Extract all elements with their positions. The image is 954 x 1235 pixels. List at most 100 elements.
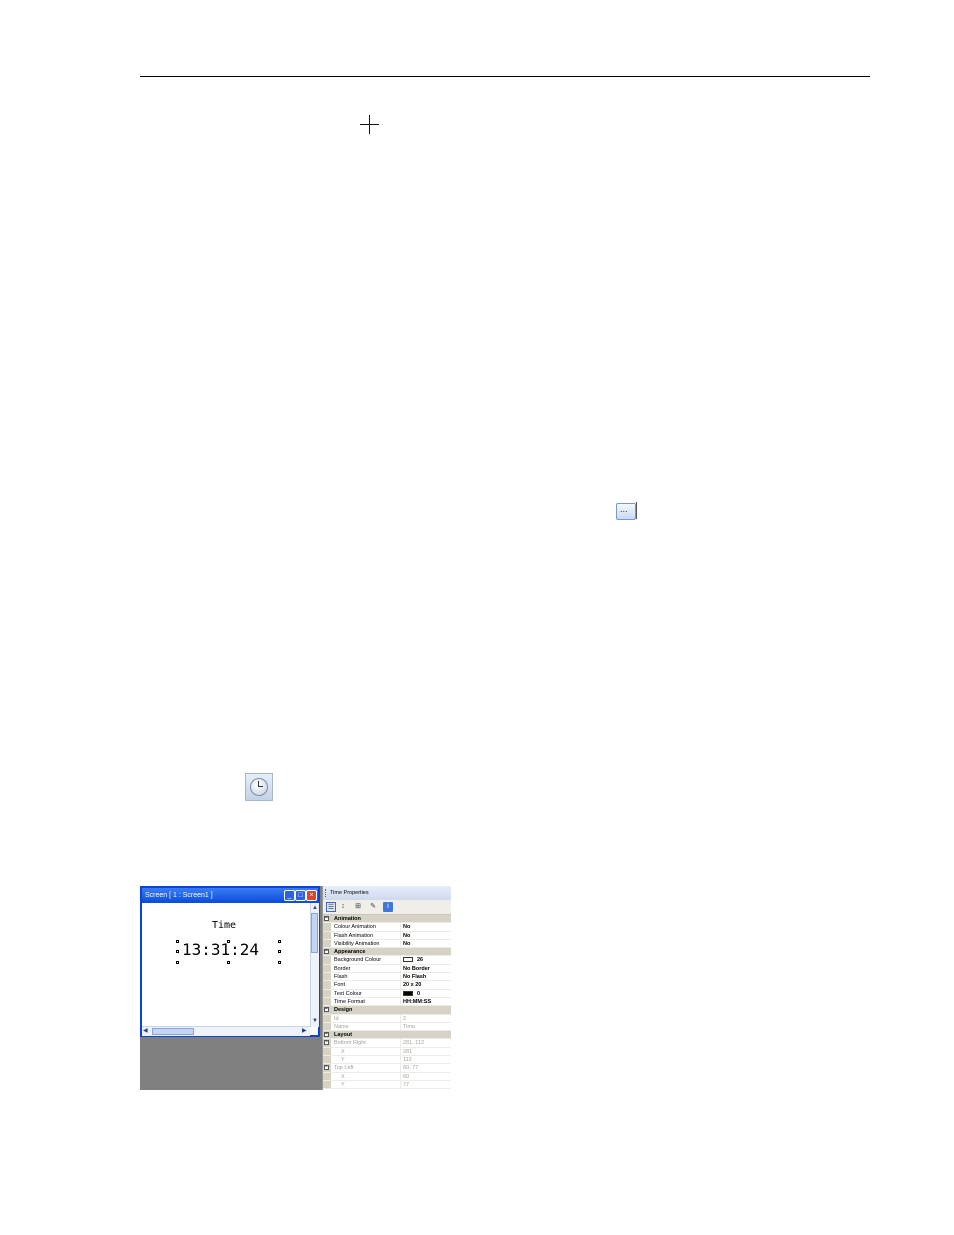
expand-all-icon[interactable]: ⊞ — [353, 902, 363, 912]
property-value[interactable]: 281, 112 — [403, 1039, 424, 1047]
minimize-button[interactable]: _ — [284, 890, 295, 901]
property-value[interactable]: No — [403, 940, 410, 948]
property-row[interactable]: Y 77 — [323, 1080, 451, 1090]
property-value[interactable]: No — [403, 932, 410, 940]
property-value[interactable]: HH:MM:SS — [403, 998, 431, 1006]
horizontal-scrollbar[interactable]: ◀ ▶ — [142, 1026, 310, 1036]
property-value-text: 60 — [403, 1073, 410, 1080]
property-name: X — [341, 1048, 345, 1055]
property-value-text: 26 — [417, 957, 424, 964]
selection-handle[interactable] — [176, 940, 179, 943]
property-separator — [400, 923, 401, 931]
canvas-time-label[interactable]: Time — [212, 920, 236, 931]
property-value[interactable]: No Border — [403, 965, 430, 973]
horizontal-scroll-thumb[interactable] — [152, 1028, 194, 1035]
property-value[interactable]: 281 — [403, 1048, 412, 1056]
vertical-scroll-thumb[interactable] — [311, 913, 318, 953]
scroll-down-icon[interactable]: ▼ — [312, 1017, 318, 1025]
help-icon[interactable]: i — [383, 902, 393, 912]
collapse-icon[interactable]: − — [324, 1040, 329, 1046]
property-gutter — [323, 1022, 331, 1031]
canvas-time-object[interactable]: 13:31:24 — [182, 940, 259, 959]
property-value[interactable]: 112 — [403, 1056, 412, 1064]
close-button[interactable]: × — [306, 890, 317, 901]
property-value[interactable]: No — [403, 923, 410, 931]
property-gutter — [323, 956, 331, 964]
ellipsis-button-label: ... — [620, 504, 628, 514]
selection-handle[interactable] — [176, 950, 179, 953]
selection-handle[interactable] — [278, 961, 281, 964]
property-row[interactable]: Colour Animation No — [323, 923, 451, 932]
property-value[interactable]: 20 x 20 — [403, 981, 421, 989]
property-name: Y — [341, 1057, 345, 1064]
scroll-right-icon[interactable]: ▶ — [302, 1027, 307, 1035]
clock-minute-hand — [258, 786, 263, 787]
property-row[interactable]: Name Time — [323, 1022, 451, 1032]
property-row[interactable]: Flash No Flash — [323, 973, 451, 982]
properties-panel: Time Properties ☰ ↕ ⊞ ✎ i − Animation Colo… — [322, 886, 451, 1090]
property-row[interactable]: Background Colour 26 — [323, 956, 451, 965]
collapse-icon[interactable]: − — [324, 1032, 329, 1038]
collapse-icon[interactable]: − — [324, 1065, 329, 1071]
sort-alphabetical-icon[interactable]: ↕ — [338, 902, 348, 912]
property-separator — [400, 1064, 401, 1072]
selection-handle[interactable] — [176, 961, 179, 964]
property-value[interactable]: 0 — [403, 990, 420, 998]
property-gutter — [323, 1080, 331, 1089]
property-category[interactable]: − Appearance — [323, 948, 451, 957]
property-separator — [400, 931, 401, 939]
property-name: Name — [334, 1023, 349, 1030]
property-row[interactable]: Id 2 — [323, 1014, 451, 1023]
property-row[interactable]: Border No Border — [323, 964, 451, 974]
property-gutter — [323, 923, 331, 931]
property-row[interactable]: X 281 — [323, 1047, 451, 1057]
property-value[interactable]: 2 — [403, 1015, 406, 1023]
property-value[interactable]: 77 — [403, 1081, 409, 1089]
property-name: Border — [334, 965, 351, 972]
property-value[interactable]: Time — [403, 1023, 415, 1031]
property-row[interactable]: Y 112 — [323, 1056, 451, 1065]
collapse-icon[interactable]: − — [324, 949, 329, 955]
property-separator — [400, 981, 401, 989]
ellipsis-button-icon[interactable]: ... — [616, 503, 636, 520]
properties-toolbar: ☰ ↕ ⊞ ✎ i — [323, 900, 451, 915]
selection-handle[interactable] — [227, 961, 230, 964]
property-value-text: HH:MM:SS — [403, 998, 432, 1005]
property-row[interactable]: − Top Left 60, 77 — [323, 1064, 451, 1073]
property-row[interactable]: X 60 — [323, 1072, 451, 1081]
collapse-icon[interactable]: − — [324, 1007, 329, 1013]
property-value[interactable]: 26 — [403, 956, 423, 964]
property-category[interactable]: − Layout — [323, 1031, 451, 1040]
property-row[interactable]: − Bottom Right 281, 112 — [323, 1039, 451, 1048]
property-value[interactable]: No Flash — [403, 973, 426, 981]
property-pages-icon[interactable]: ✎ — [368, 902, 378, 912]
scroll-left-icon[interactable]: ◀ — [143, 1027, 148, 1035]
minimize-icon: _ — [287, 892, 292, 899]
selection-handle[interactable] — [278, 940, 281, 943]
property-name: Colour Animation — [334, 924, 376, 931]
property-category[interactable]: − Animation — [323, 915, 451, 924]
property-name: Font — [334, 982, 346, 989]
scroll-up-icon[interactable]: ▲ — [312, 904, 318, 912]
property-value[interactable]: 60 — [403, 1073, 409, 1081]
property-value-text: No — [403, 940, 411, 947]
property-value-text: No — [403, 924, 411, 931]
panel-grip-icon[interactable] — [325, 889, 328, 897]
property-value-text: 77 — [403, 1081, 410, 1088]
property-separator — [400, 1072, 401, 1080]
property-row[interactable]: Flash Animation No — [323, 931, 451, 940]
property-category[interactable]: − Design — [323, 1006, 451, 1015]
property-row[interactable]: Text Colour 0 — [323, 989, 451, 998]
property-row[interactable]: Visibility Animation No — [323, 939, 451, 949]
collapse-icon[interactable]: − — [324, 916, 329, 921]
selection-handle[interactable] — [227, 940, 230, 943]
vertical-scrollbar[interactable]: ▲ ▼ — [310, 903, 319, 1027]
selection-handle[interactable] — [278, 950, 281, 953]
categorized-view-icon[interactable]: ☰ — [326, 902, 336, 912]
clock-icon[interactable] — [245, 773, 273, 801]
maximize-button[interactable]: □ — [295, 890, 306, 901]
property-row[interactable]: Time Format HH:MM:SS — [323, 997, 451, 1007]
property-separator — [400, 997, 401, 1006]
property-value[interactable]: 60, 77 — [403, 1064, 418, 1072]
property-row[interactable]: Font 20 x 20 — [323, 981, 451, 990]
